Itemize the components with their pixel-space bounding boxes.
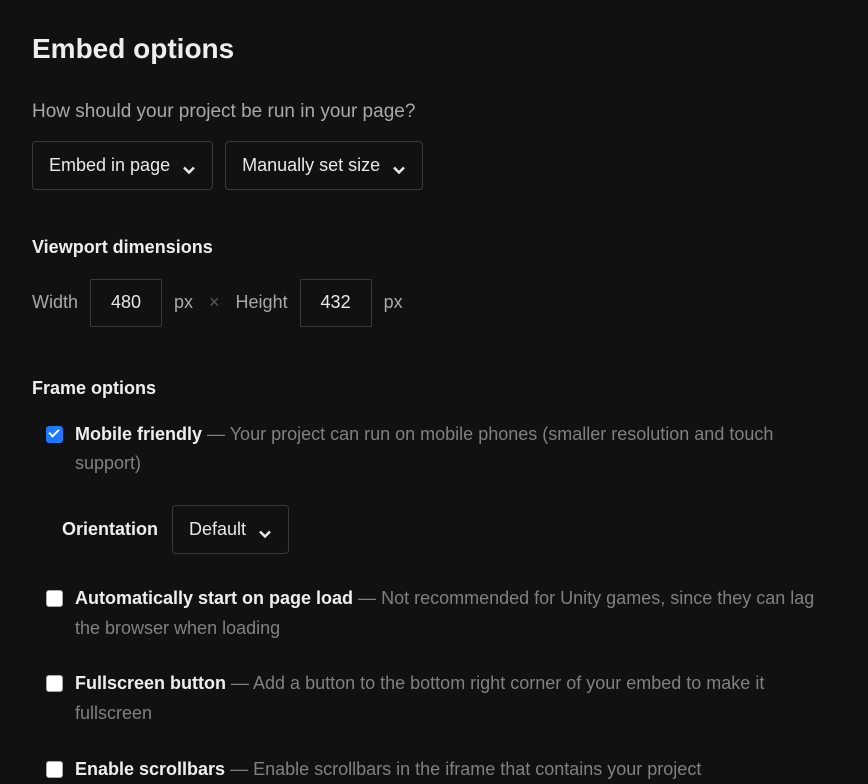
frame-options: Mobile friendly — Your project can run o… — [32, 420, 836, 784]
embed-mode-label: Embed in page — [49, 152, 170, 179]
chevron-down-icon — [258, 522, 272, 536]
height-input[interactable] — [300, 279, 372, 327]
orientation-label: Orientation — [62, 516, 158, 543]
width-unit: px — [174, 289, 193, 316]
orientation-dropdown[interactable]: Default — [172, 505, 289, 554]
orientation-row: Orientation Default — [32, 505, 836, 554]
frame-heading: Frame options — [32, 375, 836, 402]
dash: — — [353, 588, 381, 608]
autostart-option: Automatically start on page load — Not r… — [32, 584, 836, 643]
mobile-friendly-text: Mobile friendly — Your project can run o… — [75, 420, 836, 479]
dash: — — [202, 424, 230, 444]
mobile-friendly-checkbox[interactable] — [46, 426, 63, 443]
embed-question: How should your project be run in your p… — [32, 98, 836, 127]
autostart-checkbox[interactable] — [46, 590, 63, 607]
fullscreen-label: Fullscreen button — [75, 673, 226, 693]
orientation-value: Default — [189, 516, 246, 543]
scrollbars-label: Enable scrollbars — [75, 759, 225, 779]
fullscreen-checkbox[interactable] — [46, 675, 63, 692]
fullscreen-text: Fullscreen button — Add a button to the … — [75, 669, 836, 728]
times-icon: × — [205, 289, 224, 316]
dash: — — [225, 759, 253, 779]
height-label: Height — [236, 289, 288, 316]
scrollbars-desc: Enable scrollbars in the iframe that con… — [253, 759, 701, 779]
embed-mode-dropdown[interactable]: Embed in page — [32, 141, 213, 190]
viewport-heading: Viewport dimensions — [32, 234, 836, 261]
chevron-down-icon — [182, 158, 196, 172]
dash: — — [226, 673, 253, 693]
autostart-label: Automatically start on page load — [75, 588, 353, 608]
height-unit: px — [384, 289, 403, 316]
autostart-text: Automatically start on page load — Not r… — [75, 584, 836, 643]
mobile-friendly-label: Mobile friendly — [75, 424, 202, 444]
dropdown-row: Embed in page Manually set size — [32, 141, 836, 190]
size-mode-label: Manually set size — [242, 152, 380, 179]
fullscreen-option: Fullscreen button — Add a button to the … — [32, 669, 836, 728]
width-input[interactable] — [90, 279, 162, 327]
width-label: Width — [32, 289, 78, 316]
page-title: Embed options — [32, 28, 836, 70]
viewport-dimensions-row: Width px × Height px — [32, 279, 836, 327]
chevron-down-icon — [392, 158, 406, 172]
mobile-friendly-option: Mobile friendly — Your project can run o… — [32, 420, 836, 479]
scrollbars-checkbox[interactable] — [46, 761, 63, 778]
size-mode-dropdown[interactable]: Manually set size — [225, 141, 423, 190]
scrollbars-option: Enable scrollbars — Enable scrollbars in… — [32, 755, 836, 784]
scrollbars-text: Enable scrollbars — Enable scrollbars in… — [75, 755, 836, 784]
